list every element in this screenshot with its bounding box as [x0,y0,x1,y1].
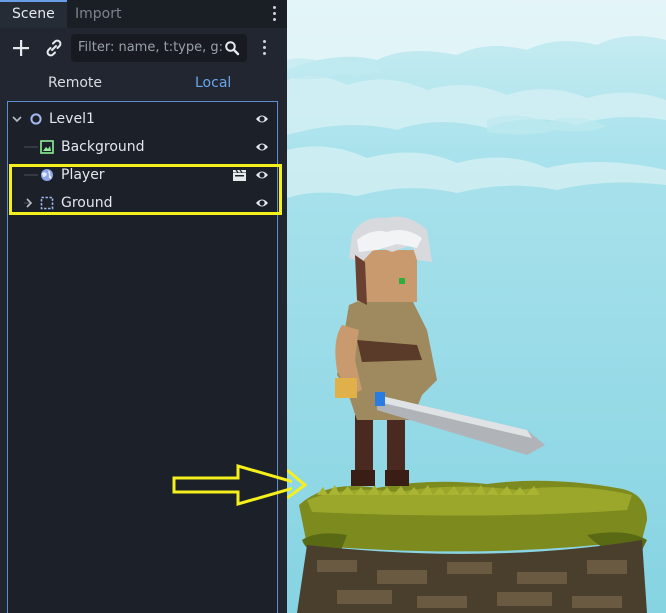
filter-input[interactable]: Filter: name, t:type, g: [71,34,247,62]
link-icon[interactable] [43,37,65,59]
arrow-annotation [172,464,292,506]
tree-item-label: Background [61,139,145,155]
chevron-down-icon[interactable] [12,114,22,124]
scene-dock: Scene Import Filter: name, t:type, g: Re… [0,0,287,613]
visibility-eye-icon[interactable] [255,141,269,153]
tree-guide-line [24,146,38,148]
game-scene-image [287,0,666,613]
remote-button[interactable]: Remote [48,72,102,94]
arrow-annotation-tip [287,468,307,500]
ground-platform [297,480,647,613]
local-button[interactable]: Local [195,72,231,94]
kebab-menu-icon[interactable] [263,40,267,58]
tree-item-level1[interactable]: Level1 [8,105,277,133]
tab-import[interactable]: Import [63,0,133,28]
highlight-box [9,164,282,215]
search-icon[interactable] [224,40,240,56]
tree-item-label: Level1 [49,111,95,127]
tab-scene[interactable]: Scene [0,0,67,28]
visibility-eye-icon[interactable] [255,113,269,125]
tree-item-background[interactable]: Background [8,133,277,161]
texture-rect-icon [40,140,54,154]
viewport-2d[interactable] [287,0,666,613]
tab-menu-icon[interactable] [273,6,277,24]
node-circle-icon [30,113,42,125]
dock-tab-bar: Scene Import [0,0,287,28]
plus-icon[interactable] [10,37,32,59]
